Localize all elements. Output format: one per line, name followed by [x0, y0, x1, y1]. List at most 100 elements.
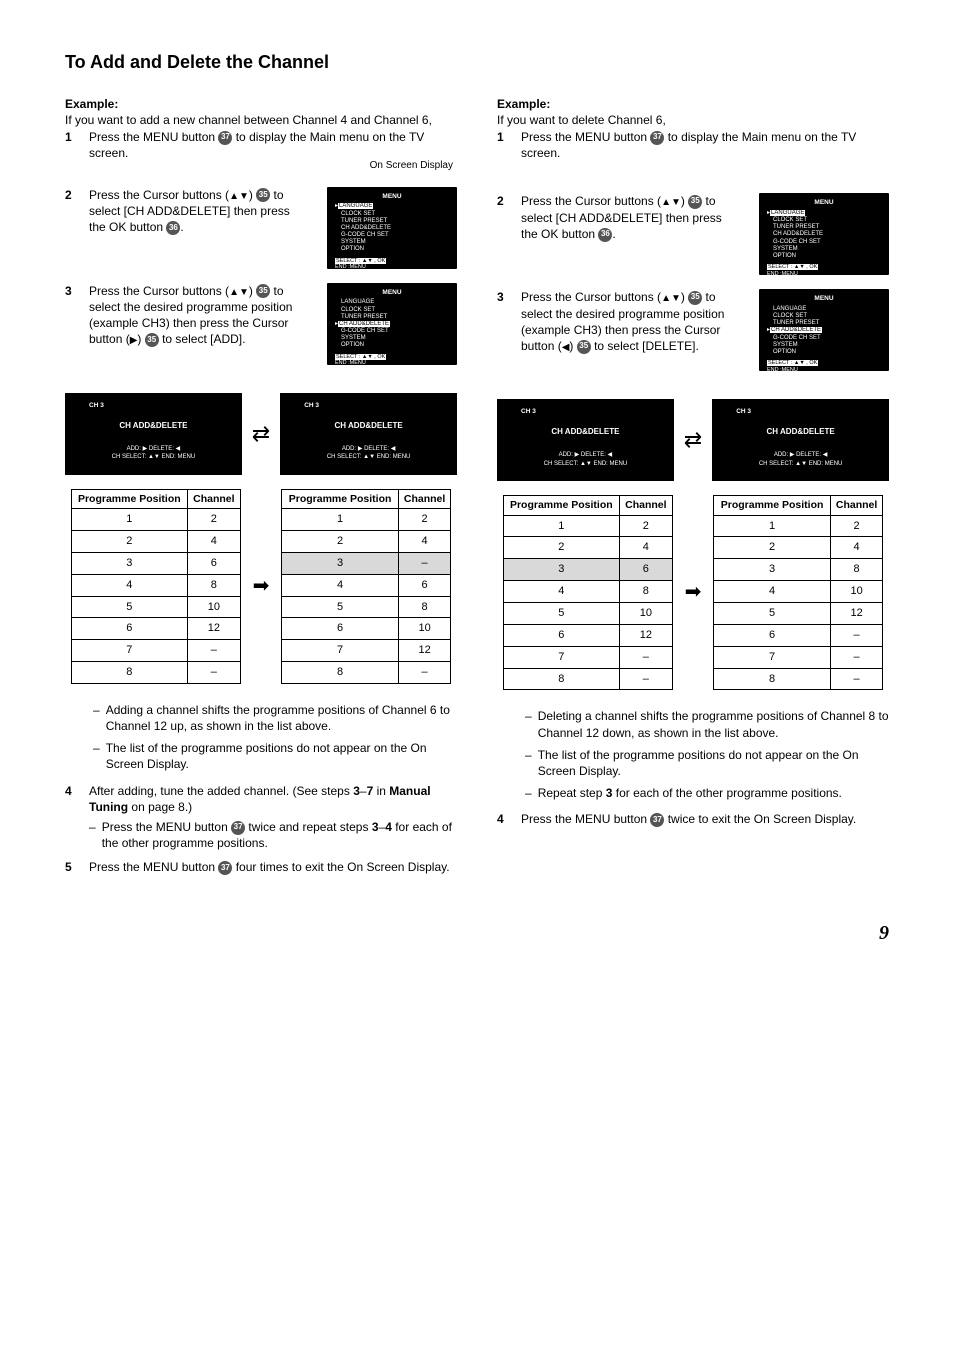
table-row: 610 — [282, 618, 451, 640]
table-row: 7– — [503, 646, 672, 668]
table-cell: – — [620, 668, 673, 690]
note: The list of the programme positions do n… — [538, 747, 889, 779]
step-3-row: 3 Press the Cursor buttons (▲▼) 35 to se… — [65, 283, 457, 365]
table-cell: 10 — [398, 618, 451, 640]
table-row: 510 — [71, 596, 240, 618]
table-cell: 2 — [714, 537, 830, 559]
text: ) — [569, 339, 576, 353]
table-row: 12 — [71, 509, 240, 531]
ch-label: CH 3 — [304, 401, 451, 410]
ref-icon: 35 — [688, 291, 702, 305]
text: ) — [137, 332, 144, 346]
table-row: 3– — [282, 552, 451, 574]
double-arrow-icon: ⇄ — [684, 425, 702, 455]
osd-menu-chadd: MENU LANGUAGE CLOCK SET TUNER PRESET ▸CH… — [327, 283, 457, 365]
text: Press the MENU button — [89, 130, 218, 144]
text: on page 8.) — [128, 800, 192, 814]
table-cell: 8 — [714, 668, 830, 690]
table-cell: 5 — [282, 596, 398, 618]
page-number: 9 — [65, 920, 889, 947]
ref-icon: 37 — [231, 821, 245, 835]
table-cell: 8 — [71, 662, 187, 684]
osd-menu-language: MENU ▸LANGUAGE CLOCK SET TUNER PRESET CH… — [327, 187, 457, 269]
osd-item: G-CODE CH SET — [767, 335, 881, 342]
table-row: 712 — [282, 640, 451, 662]
text: ) — [249, 188, 256, 202]
ref-icon: 37 — [650, 131, 664, 145]
ch-osd-after: CH 3 CH ADD&DELETE ADD: ▶ DELETE: ◀ CH S… — [712, 399, 889, 481]
osd-item: CH ADD&DELETE — [770, 327, 822, 333]
note: The list of the programme positions do n… — [106, 740, 457, 772]
table-cell: 2 — [620, 515, 673, 537]
ch-title: CH ADD&DELETE — [71, 420, 236, 431]
ch-title: CH ADD&DELETE — [718, 426, 883, 437]
add-table-before: Programme PositionChannel122436485106127… — [71, 489, 241, 684]
osd-item: CLOCK SET — [767, 313, 881, 320]
add-tables-row: Programme PositionChannel122436485106127… — [65, 489, 457, 684]
osd-item: CH ADD&DELETE — [335, 225, 449, 232]
table-cell: 8 — [503, 668, 619, 690]
table-cell: – — [188, 662, 241, 684]
table-cell: 6 — [188, 552, 241, 574]
osd-item: SYSTEM — [335, 239, 449, 246]
table-row: 7– — [71, 640, 240, 662]
text: in — [373, 784, 389, 798]
table-row: 12 — [282, 509, 451, 531]
table-cell: 6 — [714, 624, 830, 646]
table-cell: 3 — [503, 559, 619, 581]
text: ) — [681, 290, 688, 304]
ch-title: CH ADD&DELETE — [503, 426, 668, 437]
step-1: 1 Press the MENU button 37 to display th… — [497, 129, 889, 161]
osd-title: MENU — [335, 193, 449, 201]
osd-item: G-CODE CH SET — [335, 328, 449, 335]
step-3-row: 3 Press the Cursor buttons (▲▼) 35 to se… — [497, 289, 889, 371]
ref-icon: 37 — [218, 131, 232, 145]
up-down-icon: ▲▼ — [661, 197, 681, 208]
table-cell: 2 — [188, 509, 241, 531]
table-cell: 2 — [398, 509, 451, 531]
up-down-icon: ▲▼ — [661, 293, 681, 304]
table-cell: 4 — [714, 581, 830, 603]
table-row: 8– — [282, 662, 451, 684]
delete-notes: –Deleting a channel shifts the programme… — [525, 708, 889, 801]
example-heading: Example: — [497, 96, 889, 112]
ref-icon: 35 — [145, 333, 159, 347]
table-row: 48 — [71, 574, 240, 596]
table-cell: 8 — [188, 574, 241, 596]
ref-icon: 36 — [598, 228, 612, 242]
text: twice and repeat steps — [245, 820, 372, 834]
table-cell: 1 — [714, 515, 830, 537]
table-row: 36 — [71, 552, 240, 574]
ch-label: CH 3 — [521, 407, 668, 416]
table-row: 48 — [503, 581, 672, 603]
delete-table-before: Programme PositionChannel122436485106127… — [503, 495, 673, 690]
osd-item: OPTION — [335, 342, 449, 349]
table-cell: – — [398, 662, 451, 684]
text: Press the MENU button — [521, 812, 650, 826]
osd-item: TUNER PRESET — [767, 224, 881, 231]
ch-footer: ADD: ▶ DELETE: ◀ CH SELECT: ▲▼ END: MENU — [503, 451, 668, 468]
table-row: 24 — [503, 537, 672, 559]
ref-icon: 37 — [650, 813, 664, 827]
table-cell: 3 — [714, 559, 830, 581]
table-cell: 3 — [282, 552, 398, 574]
ch-footer: ADD: ▶ DELETE: ◀ CH SELECT: ▲▼ END: MENU — [718, 451, 883, 468]
text: 3 — [353, 784, 360, 798]
table-row: 8– — [71, 662, 240, 684]
table-cell: 4 — [188, 530, 241, 552]
table-cell: 6 — [620, 559, 673, 581]
table-cell: 3 — [71, 552, 187, 574]
osd-footer: END :MENU — [335, 264, 366, 270]
delete-tables-row: Programme PositionChannel122436485106127… — [497, 495, 889, 690]
table-row: 38 — [714, 559, 883, 581]
table-cell: 8 — [282, 662, 398, 684]
note: Repeat step — [538, 786, 606, 800]
text: Press the MENU button — [89, 860, 218, 874]
osd-item: SYSTEM — [335, 335, 449, 342]
text: Press the Cursor buttons ( — [521, 194, 661, 208]
table-cell: 6 — [71, 618, 187, 640]
table-cell: 4 — [830, 537, 883, 559]
table-cell: – — [188, 640, 241, 662]
table-cell: 12 — [188, 618, 241, 640]
note: Adding a channel shifts the programme po… — [106, 702, 457, 734]
